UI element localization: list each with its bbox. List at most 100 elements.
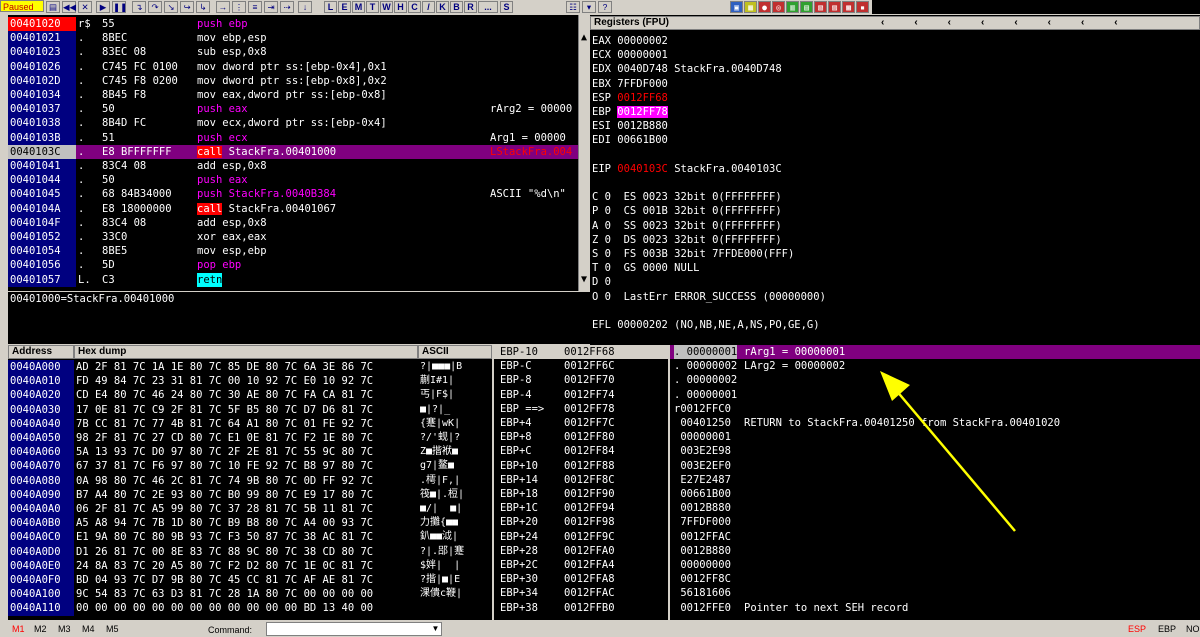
toolbar-btn-m[interactable]: M xyxy=(352,1,365,13)
dump-row[interactable]: 0040A100 9C 54 83 7C 63 D3 81 7C 28 1A 80… xyxy=(8,587,492,602)
dump-row[interactable]: 0040A0B0 A5 A8 94 7C 7B 1D 80 7C B9 B8 80… xyxy=(8,516,492,531)
disasm-row[interactable]: 00401041. 83C4 08 add esp,0x8 xyxy=(8,159,578,174)
disasm-row[interactable]: 00401052. 33C0 xor eax,eax xyxy=(8,230,578,245)
animate-icon[interactable]: ⇢ xyxy=(280,1,294,13)
trace-over-icon[interactable]: ↪ xyxy=(180,1,194,13)
bookmark-m4[interactable]: M4 xyxy=(82,624,95,634)
register-line[interactable]: T 0 GS 0000 NULL xyxy=(592,261,1192,275)
dump-row[interactable]: 0040A0C0 E1 9A 80 7C 80 9B 93 7C F3 50 87… xyxy=(8,530,492,545)
stack-offset-row[interactable]: EBP+C 0012FF84 xyxy=(494,444,668,458)
register-line[interactable]: EBP 0012FF78 xyxy=(592,105,1192,119)
stack-offset-row[interactable]: EBP-8 0012FF70 xyxy=(494,373,668,387)
disasm-row[interactable]: 00401026. C745 FC 0100 mov dword ptr ss:[e… xyxy=(8,59,578,74)
stack-offset-row[interactable]: EBP+8 0012FF80 xyxy=(494,430,668,444)
disasm-row[interactable]: 00401038. 8B4D FC mov ecx,dword ptr ss:[eb… xyxy=(8,116,578,131)
plugin-icon-9[interactable]: ▩ xyxy=(842,1,855,13)
trace-into-icon[interactable]: ↘ xyxy=(164,1,178,13)
register-line[interactable]: A 0 SS 0023 32bit 0(FFFFFFFF) xyxy=(592,219,1192,233)
disasm-row[interactable]: 00401056. 5D pop ebp xyxy=(8,258,578,273)
disasm-row[interactable]: 00401044. 50 push eax xyxy=(8,173,578,188)
stack-offset-row[interactable]: EBP+20 0012FF98 xyxy=(494,515,668,529)
disasm-row[interactable]: 00401023. 83EC 08 sub esp,0x8 xyxy=(8,45,578,60)
registers-pane[interactable]: Registers (FPU) ‹‹‹‹‹‹‹‹ EAX 00000002 ECX… xyxy=(590,15,1200,345)
register-line[interactable]: ECX 00000001 xyxy=(592,48,1192,62)
stack-offset-row[interactable]: EBP+18 0012FF90 xyxy=(494,487,668,501)
disasm-row[interactable]: 00401037. 50 push eax rArg2 = 00000 xyxy=(8,102,578,117)
plugin-icon-7[interactable]: ▧ xyxy=(814,1,827,13)
register-line[interactable]: EIP 0040103C StackFra.0040103C xyxy=(592,162,1192,176)
goto-icon[interactable]: → xyxy=(216,1,230,13)
register-line[interactable]: EDI 00661B00 xyxy=(592,133,1192,147)
trace-icon[interactable]: ⋮ xyxy=(232,1,246,13)
plugin-icon-5[interactable]: ▥ xyxy=(786,1,799,13)
dump-row[interactable]: 0040A020 CD E4 80 7C 46 24 80 7C 30 AE 80… xyxy=(8,388,492,403)
trace-list-icon[interactable]: ≡ xyxy=(248,1,262,13)
dump-row[interactable]: 0040A0E0 24 8A 83 7C 20 A5 80 7C F2 D2 80… xyxy=(8,558,492,573)
windows-icon[interactable]: ▾ xyxy=(582,1,596,13)
register-line[interactable]: D 0 xyxy=(592,275,1192,289)
toolbar-btn-e[interactable]: E xyxy=(338,1,351,13)
register-line[interactable]: EDX 0040D748 StackFra.0040D748 xyxy=(592,62,1192,76)
disasm-row[interactable]: 0040104A. E8 18000000 call StackFra.004010… xyxy=(8,201,578,216)
close-icon[interactable]: ✕ xyxy=(78,1,92,13)
dump-row[interactable]: 0040A070 67 37 81 7C F6 97 80 7C 10 FE 92… xyxy=(8,459,492,474)
dump-row[interactable]: 0040A090 B7 A4 80 7C 2E 93 80 7C B0 99 80… xyxy=(8,487,492,502)
help-icon[interactable]: ? xyxy=(598,1,612,13)
dump-row[interactable]: 0040A060 5A 13 93 7C D0 97 80 7C 2F 2E 81… xyxy=(8,445,492,460)
options-icon[interactable]: ☷ xyxy=(566,1,580,13)
toolbar-btn-b[interactable]: B xyxy=(450,1,463,13)
open-icon[interactable]: ▤ xyxy=(46,1,60,13)
stack-row[interactable]: 0012FFE0 Pointer to next SEH record xyxy=(670,601,1200,615)
stack-offset-row[interactable]: EBP ==> 0012FF78 xyxy=(494,402,668,416)
disasm-row[interactable]: 00401020 r$ 55 push ebp xyxy=(8,17,578,32)
run-trace-icon[interactable]: ⇥ xyxy=(264,1,278,13)
pause-icon[interactable]: ❚❚ xyxy=(112,1,127,13)
run-icon[interactable]: ▶ xyxy=(96,1,110,13)
register-line[interactable]: EAX 00000002 xyxy=(592,34,1192,48)
disasm-row[interactable]: 0040103C. E8 BFFFFFFF call StackFra.004010… xyxy=(8,144,578,159)
stack-offset-row[interactable]: EBP+10 0012FF88 xyxy=(494,459,668,473)
dump-row[interactable]: 0040A0D0 D1 26 81 7C 00 8E 83 7C 88 9C 80… xyxy=(8,544,492,559)
toolbar-btn-slash[interactable]: / xyxy=(422,1,435,13)
stack-offset-row[interactable]: EBP+24 0012FF9C xyxy=(494,530,668,544)
restart-icon[interactable]: ◀◀ xyxy=(62,1,76,13)
stack-row[interactable]: 0012FF8C xyxy=(670,572,1200,586)
register-line[interactable]: O 0 LastErr ERROR_SUCCESS (00000000) xyxy=(592,290,1192,304)
plugin-icon-8[interactable]: ▨ xyxy=(828,1,841,13)
dump-header-hex[interactable]: Hex dump xyxy=(74,345,418,359)
dump-row[interactable]: 0040A080 0A 98 80 7C 46 2C 81 7C 74 9B 80… xyxy=(8,473,492,488)
plugin-icon-3[interactable]: ● xyxy=(758,1,771,13)
dump-header-ascii[interactable]: ASCII xyxy=(418,345,492,359)
stack-offset-row[interactable]: EBP+28 0012FFA0 xyxy=(494,544,668,558)
scroll-down-icon[interactable]: ▼ xyxy=(577,273,591,287)
disasm-row[interactable]: 00401057 L. C3 retn xyxy=(8,272,578,287)
bookmark-m3[interactable]: M3 xyxy=(58,624,71,634)
stack-offset-row[interactable]: EBP+38 0012FFB0 xyxy=(494,601,668,615)
stack-offset-row[interactable]: EBP-10 0012FF68 xyxy=(494,345,668,359)
dump-header-address[interactable]: Address xyxy=(8,345,74,359)
dump-row[interactable]: 0040A0A0 06 2F 81 7C A5 99 80 7C 37 28 81… xyxy=(8,502,492,517)
dump-row[interactable]: 0040A110 00 00 00 00 00 00 00 00 00 00 00… xyxy=(8,601,492,616)
step-into-icon[interactable]: ↴ xyxy=(132,1,146,13)
stack-offset-row[interactable]: EBP+14 0012FF8C xyxy=(494,473,668,487)
toolbar-btn-c[interactable]: C xyxy=(408,1,421,13)
registers-header[interactable]: Registers (FPU) ‹‹‹‹‹‹‹‹ xyxy=(590,16,1200,30)
dump-row[interactable]: 0040A000 AD 2F 81 7C 1A 1E 80 7C 85 DE 80… xyxy=(8,360,492,375)
disasm-row[interactable]: 0040103B. 51 push ecx Arg1 = 00000 xyxy=(8,130,578,145)
step-over-icon[interactable]: ↷ xyxy=(148,1,162,13)
register-line[interactable]: S 0 FS 003B 32bit 7FFDE000(FFF) xyxy=(592,247,1192,261)
bookmark-m5[interactable]: M5 xyxy=(106,624,119,634)
plugin-icon-1[interactable]: ▣ xyxy=(730,1,743,13)
stack-pane[interactable]: . 00000001 rArg1 = 00000001 . 00000002 LArg… xyxy=(668,345,1200,620)
plugin-icon-4[interactable]: ◎ xyxy=(772,1,785,13)
plugin-icon-10[interactable]: ▪ xyxy=(856,1,869,13)
toolbar-btn-h[interactable]: H xyxy=(394,1,407,13)
status-none[interactable]: NO xyxy=(1186,624,1200,634)
disasm-row[interactable]: 00401054. 8BE5 mov esp,ebp xyxy=(8,244,578,259)
disasm-row[interactable]: 0040104F. 83C4 08 add esp,0x8 xyxy=(8,215,578,230)
toolbar-btn-s[interactable]: S xyxy=(500,1,513,13)
bookmark-m2[interactable]: M2 xyxy=(34,624,47,634)
register-line[interactable]: ESP 0012FF68 xyxy=(592,91,1192,105)
disasm-row[interactable]: 00401045. 68 84B34000 push StackFra.0040B3… xyxy=(8,187,578,202)
toolbar-btn-k[interactable]: K xyxy=(436,1,449,13)
